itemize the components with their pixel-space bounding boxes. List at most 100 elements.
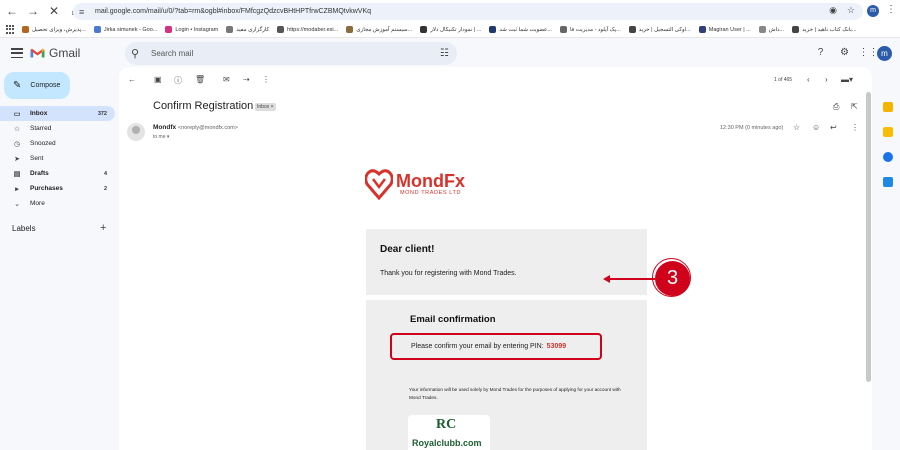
forward-icon[interactable]: →: [24, 2, 42, 20]
clock-icon: ◷: [13, 140, 21, 148]
email-view: ← ▣ ⓘ 🗑 ✉ ⇢ ⋮ 1 of 465 ‹ › ▬▾ Confirm Re…: [119, 67, 872, 450]
mondfx-logo: MondFx MOND TRADES LTD: [365, 168, 465, 200]
settings-icon[interactable]: ⚙: [838, 46, 851, 59]
royalclubb-logo: RC Royalclubb.com: [408, 415, 490, 450]
annotation-arrowhead: [603, 275, 610, 283]
bookmark-item[interactable]: عضویت شما ثبت شد...: [489, 26, 552, 33]
bookmark-icon: [226, 26, 234, 33]
stop-icon[interactable]: ✕: [45, 2, 63, 20]
older-icon[interactable]: ›: [825, 75, 828, 84]
bookmark-item[interactable]: https://modaber.esi...: [277, 26, 338, 33]
sidebar-item-snoozed[interactable]: ◷ Snoozed: [0, 136, 115, 151]
bookmark-item[interactable]: نمودار تکنیکال دلار | ...: [420, 26, 481, 33]
bookmarks-bar: پذیرش، ویزای تحصیل... Jirka simunek - Go…: [0, 22, 900, 38]
apps-grid-icon[interactable]: [6, 24, 16, 35]
thanks-text: Thank you for registering with Mond Trad…: [380, 270, 517, 277]
sidebar-item-inbox[interactable]: ▭ Inbox 372: [0, 106, 115, 121]
calendar-icon[interactable]: [883, 102, 893, 112]
inbox-label-chip[interactable]: Inbox ×: [255, 103, 276, 111]
archive-icon[interactable]: ▣: [154, 75, 162, 84]
star-email-icon[interactable]: ☆: [793, 123, 800, 132]
email-more-icon[interactable]: ⋮: [851, 123, 859, 132]
report-spam-icon[interactable]: ⓘ: [174, 75, 182, 86]
bookmark-item[interactable]: کارگزاری مفید: [226, 26, 269, 33]
greeting-card: Dear client! Thank you for registering w…: [366, 229, 647, 295]
royalclubb-name: Royalclubb.com: [412, 438, 482, 448]
bookmark-item[interactable]: داش...: [758, 26, 784, 33]
pin-instruction: Please confirm your email by entering PI…: [411, 343, 544, 350]
contacts-icon[interactable]: [883, 177, 893, 187]
royalclubb-mark: RC: [436, 417, 457, 432]
main-menu-icon[interactable]: [11, 48, 23, 58]
label-icon: ▸: [15, 185, 19, 193]
bookmark-icon: [277, 26, 285, 33]
side-panel: [877, 67, 900, 450]
more-actions-icon[interactable]: ⋮: [262, 75, 270, 84]
bookmark-icon: [792, 26, 800, 33]
pin-code: 53099: [546, 343, 567, 350]
sidebar-item-starred[interactable]: ☆ Starred: [0, 121, 115, 136]
sidebar-item-more[interactable]: ⌄ More: [0, 196, 115, 211]
browser-profile-avatar[interactable]: m: [867, 5, 879, 17]
bookmark-item[interactable]: Login • Instagram: [165, 26, 218, 33]
brand-name: MondFx: [396, 171, 465, 191]
bookmark-star-icon[interactable]: ☆: [847, 5, 855, 16]
tasks-icon[interactable]: [883, 152, 893, 162]
sidebar-item-purchases[interactable]: ▸ Purchases 2: [0, 181, 115, 196]
inbox-icon: ▭: [13, 110, 21, 118]
bookmark-item[interactable]: Magiran User | ...: [698, 26, 751, 33]
instagram-icon: [165, 26, 173, 33]
bookmark-item[interactable]: پذیرش، ویزای تحصیل...: [22, 26, 86, 33]
move-to-icon[interactable]: ⇢: [243, 75, 250, 84]
keep-icon[interactable]: [883, 127, 893, 137]
step-number-badge: 3: [652, 258, 691, 297]
mark-unread-icon[interactable]: ✉: [223, 75, 230, 84]
add-label-icon[interactable]: +: [100, 222, 106, 234]
emoji-react-icon[interactable]: ☺: [812, 123, 820, 132]
browser-menu-icon[interactable]: ⋮: [886, 4, 896, 15]
sender-name: Mondfx: [153, 124, 177, 131]
email-time: 12:30 PM (0 minutes ago): [720, 125, 784, 131]
bookmark-icon: [420, 26, 428, 33]
back-icon[interactable]: ←: [3, 2, 21, 20]
email-scrollbar[interactable]: [866, 92, 871, 382]
bookmark-item[interactable]: سیستم آموزش مجازی...: [346, 26, 412, 33]
bookmark-item[interactable]: بانک کتاب ناهید | خرید...: [792, 26, 857, 33]
site-settings-icon[interactable]: ≡: [79, 7, 89, 17]
recipient-toggle[interactable]: to me ▾: [153, 134, 169, 140]
print-icon[interactable]: ⎙: [833, 102, 839, 112]
back-to-inbox-icon[interactable]: ←: [128, 75, 136, 84]
google-apps-icon[interactable]: ⋮⋮: [859, 46, 879, 59]
bookmark-icon: [346, 26, 354, 33]
sidebar-nav: ▭ Inbox 372 ☆ Starred ◷ Snoozed ➤ Sent ▤…: [0, 106, 115, 211]
delete-icon[interactable]: 🗑: [195, 75, 205, 84]
browser-toolbar: ← → ✕ ⌂ ≡ mail.google.com/mail/u/0/?tab=…: [0, 0, 900, 22]
bookmark-icon: [93, 26, 101, 33]
bookmark-item[interactable]: اوکی التسجیل | خرید...: [628, 26, 691, 33]
open-new-window-icon[interactable]: ⇱: [851, 102, 858, 111]
input-tools-icon[interactable]: ▬▾: [841, 75, 853, 84]
sidebar-item-sent[interactable]: ➤ Sent: [0, 151, 115, 166]
labels-heading: Labels: [12, 224, 36, 233]
search-icon[interactable]: ⚲: [131, 47, 151, 60]
pin-highlight-box: Please confirm your email by entering PI…: [390, 333, 602, 360]
compose-button[interactable]: ✎ Compose: [4, 72, 70, 99]
bookmark-item[interactable]: Jirka simunek - Goo...: [93, 26, 157, 33]
search-bar[interactable]: ⚲ Search mail ☷: [125, 42, 457, 65]
newer-icon[interactable]: ‹: [807, 75, 810, 84]
search-input[interactable]: Search mail: [151, 49, 193, 58]
bookmark-item[interactable]: پک آپلود - مدیریت فا...: [559, 26, 621, 33]
eye-icon[interactable]: ◉: [829, 5, 837, 16]
sidebar-item-drafts[interactable]: ▤ Drafts 4: [0, 166, 115, 181]
reply-icon[interactable]: ↩: [830, 123, 837, 132]
pager-text: 1 of 465: [774, 77, 793, 83]
help-icon[interactable]: ?: [814, 46, 827, 59]
search-options-icon[interactable]: ☷: [440, 48, 449, 59]
account-avatar[interactable]: m: [877, 46, 892, 61]
gmail-logo[interactable]: Gmail: [30, 46, 80, 60]
address-bar[interactable]: ≡ mail.google.com/mail/u/0/?tab=rm&ogbl#…: [73, 3, 863, 20]
annotation-arrow-line: [607, 278, 655, 280]
bookmark-icon: [22, 26, 29, 33]
star-icon: ☆: [13, 125, 21, 133]
email-toolbar: ← ▣ ⓘ 🗑 ✉ ⇢ ⋮ 1 of 465 ‹ › ▬▾: [119, 67, 872, 93]
